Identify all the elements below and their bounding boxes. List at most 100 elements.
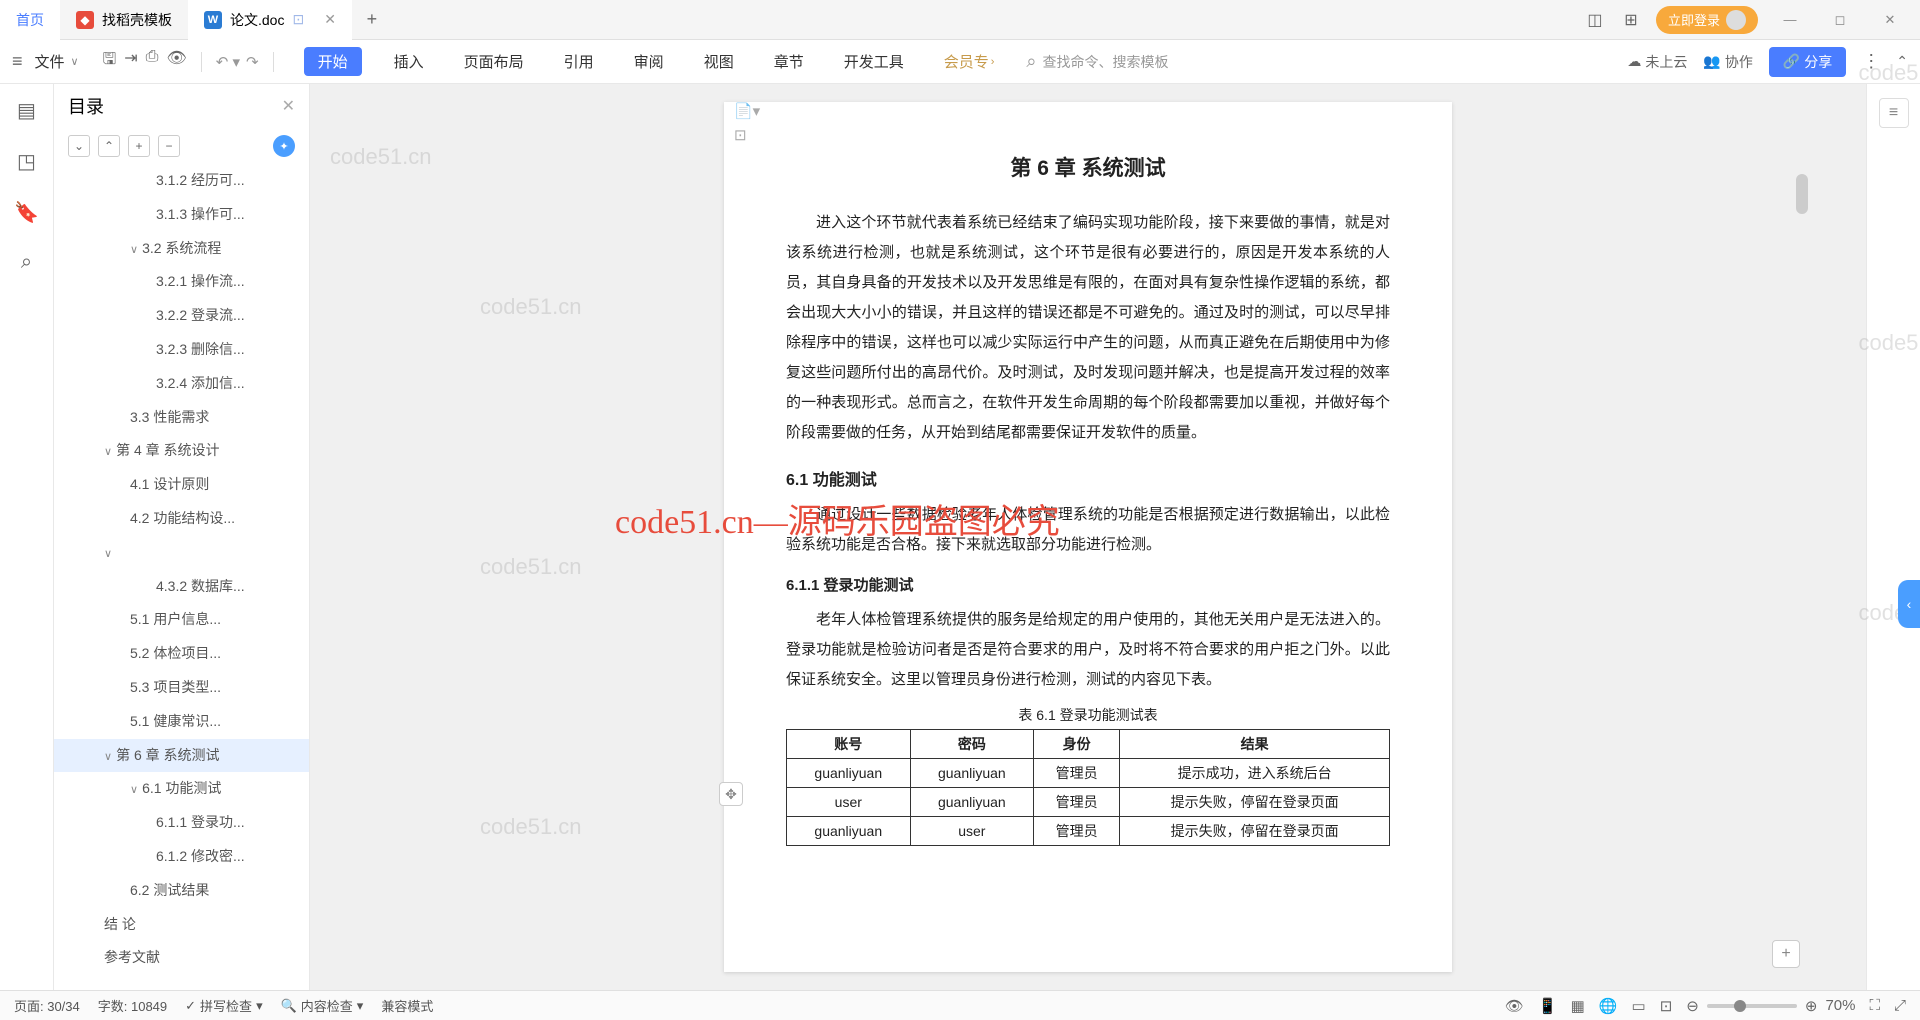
spellcheck-button[interactable]: ✓ 拼写检查 ▾ <box>185 996 262 1015</box>
outline-mode-icon[interactable]: ▭ <box>1632 997 1646 1015</box>
word-count[interactable]: 字数: 10849 <box>98 996 167 1015</box>
search-rail-icon[interactable]: ⌕ <box>21 251 32 274</box>
tab-reference[interactable]: 引用 <box>556 47 602 76</box>
web-layout-icon[interactable]: 🌐 <box>1599 997 1618 1015</box>
outline-item[interactable]: 6.2 测试结果 <box>54 874 309 908</box>
outline-item[interactable]: 4.2 功能结构设... <box>54 502 309 536</box>
file-menu[interactable]: 文件 ∨ <box>27 47 87 76</box>
login-button[interactable]: 立即登录 <box>1656 6 1758 34</box>
close-icon[interactable]: ✕ <box>324 11 336 28</box>
document-area[interactable]: code51.cn code51.cn code51.cn code51.cn … <box>310 84 1866 990</box>
tab-start[interactable]: 开始 <box>304 47 362 76</box>
print-icon[interactable]: ⎙ <box>146 48 159 75</box>
tab-document[interactable]: W论文.doc⊡✕ <box>188 0 352 40</box>
table-row: guanliyuanuser管理员提示失败，停留在登录页面 <box>787 817 1390 846</box>
maximize-button[interactable]: ◻ <box>1822 4 1858 36</box>
tab-layout[interactable]: 页面布局 <box>456 47 532 76</box>
present-icon[interactable]: ⊡ <box>292 11 304 28</box>
collab-button[interactable]: 👥 协作 <box>1703 52 1752 72</box>
outline-item[interactable]: 4.1 设计原则 <box>54 468 309 502</box>
outline-item[interactable]: ∨6.1 功能测试 <box>54 772 309 806</box>
outline-item[interactable]: 3.2.1 操作流... <box>54 265 309 299</box>
cloud-status[interactable]: ☁ 未上云 <box>1627 52 1687 72</box>
outline-item[interactable]: 3.1.2 经历可... <box>54 164 309 198</box>
page-info-icon[interactable]: 📄▾ <box>734 102 760 120</box>
more-icon[interactable]: ⋮ <box>1862 51 1880 72</box>
focus-mode-icon[interactable]: ⊡ <box>1660 997 1673 1015</box>
save-icon[interactable]: 🖫 <box>103 48 117 75</box>
preview-icon[interactable]: 👁 <box>166 48 186 75</box>
tab-vip[interactable]: 会员专› <box>936 47 1003 76</box>
page-indicator[interactable]: 页面: 30/34 <box>14 996 80 1015</box>
outline-item[interactable]: 3.2.3 删除信... <box>54 333 309 367</box>
zoom-slider[interactable] <box>1707 1004 1797 1008</box>
new-tab-button[interactable]: + <box>352 9 392 30</box>
read-mode-icon[interactable]: 👁 <box>1505 997 1524 1015</box>
expand-all-button[interactable]: ⌃ <box>98 135 120 157</box>
paragraph: 进入这个环节就代表着系统已经结束了编码实现功能阶段，接下来要做的事情，就是对该系… <box>786 208 1390 448</box>
outline-item[interactable]: ∨第 6 章 系统测试 <box>54 739 309 773</box>
outline-item[interactable]: 3.2.2 登录流... <box>54 299 309 333</box>
tab-devtools[interactable]: 开发工具 <box>836 47 912 76</box>
add-page-button[interactable]: + <box>1772 940 1800 968</box>
share-button[interactable]: 🔗 分享 <box>1769 47 1846 77</box>
table-header: 密码 <box>910 730 1034 759</box>
outline-item[interactable]: 5.1 健康常识... <box>54 705 309 739</box>
apps-icon[interactable]: ⊞ <box>1620 9 1642 31</box>
outline-item[interactable]: 3.3 性能需求 <box>54 401 309 435</box>
tab-view[interactable]: 视图 <box>696 47 742 76</box>
layout-icon[interactable]: ◫ <box>1584 9 1606 31</box>
ai-badge-icon[interactable]: ✦ <box>273 135 295 157</box>
outline-item[interactable]: 6.1.1 登录功... <box>54 806 309 840</box>
scrollbar-thumb[interactable] <box>1796 174 1808 214</box>
outline-item[interactable]: 3.1.3 操作可... <box>54 198 309 232</box>
outline-item[interactable]: 3.2.4 添加信... <box>54 367 309 401</box>
outline-item[interactable]: 5.1 用户信息... <box>54 603 309 637</box>
outline-item[interactable]: 6.1.2 修改密... <box>54 840 309 874</box>
content-check-button[interactable]: 🔍 内容检查 ▾ <box>281 996 364 1015</box>
close-panel-icon[interactable]: ✕ <box>282 96 295 116</box>
page-settings-icon[interactable]: ⊡ <box>734 126 760 144</box>
zoom-out-button[interactable]: ⊖ <box>1686 997 1699 1015</box>
redo-icon[interactable]: ↷ <box>246 53 259 71</box>
close-window-button[interactable]: ✕ <box>1872 4 1908 36</box>
outline-item[interactable]: 4.3.2 数据库... <box>54 570 309 604</box>
fit-page-icon[interactable]: ⛶ <box>1869 997 1880 1014</box>
paragraph: 通过设计一些数据检验老年人体检管理系统的功能是否根据预定进行数据输出，以此检验系… <box>786 500 1390 560</box>
panel-toggle-icon[interactable]: ≡ <box>1879 98 1909 128</box>
outline-item[interactable]: ∨ <box>54 536 309 570</box>
tab-home[interactable]: 首页 <box>0 0 60 40</box>
expand-icon[interactable]: ⤢ <box>1894 997 1906 1014</box>
nav-rail-icon[interactable]: ◳ <box>17 149 36 174</box>
move-handle-icon[interactable]: ✥ <box>719 782 743 806</box>
outline-title: 目录 <box>68 93 104 119</box>
minimize-button[interactable]: — <box>1772 4 1808 36</box>
export-icon[interactable]: ⇥ <box>124 48 137 75</box>
outline-item[interactable]: ∨第 4 章 系统设计 <box>54 434 309 468</box>
collapse-all-button[interactable]: ⌄ <box>68 135 90 157</box>
search-input[interactable]: 查找命令、搜索模板 <box>1026 51 1168 72</box>
bookmark-rail-icon[interactable]: 🔖 <box>14 200 39 225</box>
outline-item[interactable]: ∨3.2 系统流程 <box>54 232 309 266</box>
page-layout-icon[interactable]: ▦ <box>1571 997 1585 1015</box>
outline-item[interactable]: 参考文献 <box>54 941 309 975</box>
undo-icon[interactable]: ↶ ▾ <box>216 53 240 71</box>
tab-template[interactable]: ◆找稻壳模板 <box>60 0 188 40</box>
zoom-in-button[interactable]: ⊕ <box>1805 997 1818 1015</box>
outline-item[interactable]: 结 论 <box>54 908 309 942</box>
edge-flyout-icon[interactable]: ‹ <box>1898 580 1920 628</box>
outline-rail-icon[interactable]: ▤ <box>17 98 36 123</box>
outline-list[interactable]: 3.1.2 经历可...3.1.3 操作可...∨3.2 系统流程3.2.1 操… <box>54 164 309 990</box>
tab-review[interactable]: 审阅 <box>626 47 672 76</box>
add-heading-button[interactable]: + <box>128 135 150 157</box>
hamburger-icon[interactable]: ≡ <box>12 51 23 72</box>
phone-mode-icon[interactable]: 📱 <box>1538 997 1557 1015</box>
zoom-level[interactable]: 70% <box>1825 997 1855 1014</box>
remove-heading-button[interactable]: − <box>158 135 180 157</box>
compat-mode[interactable]: 兼容模式 <box>381 996 433 1015</box>
outline-item[interactable]: 5.3 项目类型... <box>54 671 309 705</box>
outline-item[interactable]: 5.2 体检项目... <box>54 637 309 671</box>
tab-insert[interactable]: 插入 <box>386 47 432 76</box>
collapse-ribbon-icon[interactable]: ⌃ <box>1896 53 1908 70</box>
tab-section[interactable]: 章节 <box>766 47 812 76</box>
